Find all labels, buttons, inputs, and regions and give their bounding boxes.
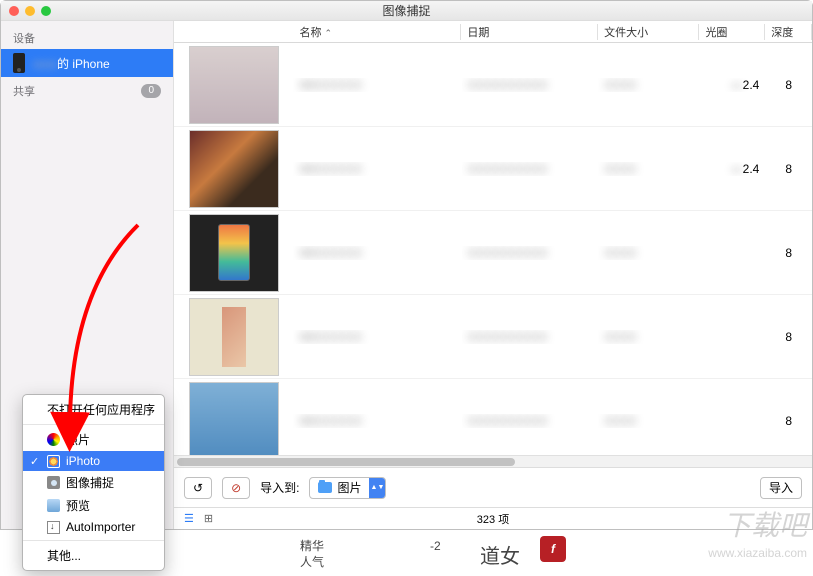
popup-item-other[interactable]: 其他... bbox=[23, 544, 164, 567]
toolbar: ↺ ⊘ 导入到: 图片 ▲▼ 导入 bbox=[174, 467, 812, 507]
chevron-updown-icon: ▲▼ bbox=[369, 478, 385, 498]
cell-aperture: xx2.4 bbox=[700, 162, 766, 176]
mi-iphoto bbox=[47, 455, 60, 468]
grid-view-icon[interactable]: ⊞ bbox=[204, 512, 213, 525]
statusbar: ☰ ⊞ 323 项 bbox=[174, 507, 812, 529]
thumbnail bbox=[189, 46, 279, 124]
column-date[interactable]: 日期 bbox=[461, 24, 598, 40]
mi-preview bbox=[47, 499, 60, 512]
cell-name: IMGXXXXX bbox=[293, 162, 461, 176]
device-label: 的 iPhone bbox=[57, 57, 110, 71]
sidebar-item-share[interactable]: 共享 0 bbox=[1, 77, 173, 105]
thumbnail bbox=[189, 382, 279, 456]
cell-date: XXXXXXXXXX bbox=[462, 330, 599, 344]
popup-item-autoimporter[interactable]: AutoImporter bbox=[23, 517, 164, 537]
delete-button[interactable]: ⊘ bbox=[222, 477, 250, 499]
import-to-label: 导入到: bbox=[260, 479, 299, 496]
mi-photos bbox=[47, 433, 60, 446]
popup-item-none[interactable]: 不打开任何应用程序 bbox=[23, 398, 164, 421]
watermark-brand: 下载吧 bbox=[723, 504, 807, 544]
mi-capture bbox=[47, 476, 60, 489]
popup-item-预览[interactable]: 预览 bbox=[23, 494, 164, 517]
watermark-url: www.xiazaiba.com bbox=[708, 546, 807, 560]
import-button[interactable]: 导入 bbox=[760, 477, 802, 499]
item-count: 323 项 bbox=[477, 511, 509, 527]
thumbnail bbox=[189, 298, 279, 376]
horizontal-scrollbar[interactable] bbox=[174, 455, 812, 467]
table-body[interactable]: IMGXXXXXXXXXXXXXXXXXXXxx2.48IMGXXXXXXXXX… bbox=[174, 43, 812, 455]
cell-name: IMGXXXXX bbox=[293, 330, 461, 344]
cell-name: IMGXXXXX bbox=[293, 246, 461, 260]
cell-size: XXXX bbox=[598, 78, 699, 92]
import-destination-select[interactable]: 图片 ▲▼ bbox=[309, 477, 386, 499]
cell-size: XXXX bbox=[598, 330, 699, 344]
content-area: 名称 日期 文件大小 光圈 深度 IMGXXXXXXXXXXXXXXXXXXXx… bbox=[174, 21, 812, 529]
cell-date: XXXXXXXXXX bbox=[462, 414, 599, 428]
open-with-popup: 不打开任何应用程序 照片iPhoto图像捕捉预览AutoImporter 其他.… bbox=[22, 394, 165, 571]
table-row[interactable]: IMGXXXXXXXXXXXXXXXXXXXxx2.48 bbox=[174, 43, 812, 127]
cell-date: XXXXXXXXXX bbox=[462, 246, 599, 260]
iphone-icon bbox=[13, 53, 25, 73]
popup-item-图像捕捉[interactable]: 图像捕捉 bbox=[23, 471, 164, 494]
flash-icon: f bbox=[540, 536, 566, 562]
cell-depth: 8 bbox=[765, 78, 812, 92]
cell-date: XXXXXXXXXX bbox=[462, 162, 599, 176]
rotate-button[interactable]: ↺ bbox=[184, 477, 212, 499]
minimize-icon[interactable] bbox=[25, 6, 35, 16]
cell-depth: 8 bbox=[765, 330, 812, 344]
thumbnail bbox=[189, 130, 279, 208]
share-count-badge: 0 bbox=[141, 84, 161, 98]
sidebar-header-devices: 设备 bbox=[1, 27, 173, 49]
cell-depth: 8 bbox=[765, 246, 812, 260]
table-row[interactable]: IMGXXXXXXXXXXXXXXXXXXX8 bbox=[174, 295, 812, 379]
thumbnail bbox=[189, 214, 279, 292]
popup-item-iphoto[interactable]: iPhoto bbox=[23, 451, 164, 471]
cell-aperture: xx2.4 bbox=[700, 78, 766, 92]
sidebar-item-device[interactable]: xxxx的 iPhone bbox=[1, 49, 173, 77]
column-size[interactable]: 文件大小 bbox=[598, 24, 699, 40]
sidebar-header-share: 共享 bbox=[13, 83, 35, 99]
maximize-icon[interactable] bbox=[41, 6, 51, 16]
cell-size: XXXX bbox=[598, 246, 699, 260]
cell-depth: 8 bbox=[765, 162, 812, 176]
table-row[interactable]: IMGXXXXXXXXXXXXXXXXXXX8 bbox=[174, 211, 812, 295]
window-title: 图像捕捉 bbox=[382, 2, 430, 19]
cell-size: XXXX bbox=[598, 162, 699, 176]
column-name[interactable]: 名称 bbox=[293, 24, 461, 40]
folder-icon bbox=[318, 482, 332, 493]
list-view-icon[interactable]: ☰ bbox=[184, 512, 194, 525]
table-row[interactable]: IMGXXXXXXXXXXXXXXXXXXX8 bbox=[174, 379, 812, 455]
table-header: 名称 日期 文件大小 光圈 深度 bbox=[174, 21, 812, 43]
view-toggle[interactable]: ☰ ⊞ bbox=[184, 512, 213, 525]
popup-item-照片[interactable]: 照片 bbox=[23, 428, 164, 451]
column-aperture[interactable]: 光圈 bbox=[699, 24, 765, 40]
cell-name: IMGXXXXX bbox=[293, 414, 461, 428]
dest-label: 图片 bbox=[337, 479, 361, 496]
separator bbox=[23, 424, 164, 425]
column-depth[interactable]: 深度 bbox=[765, 24, 812, 40]
cell-name: IMGXXXXX bbox=[293, 78, 461, 92]
titlebar: 图像捕捉 bbox=[1, 1, 812, 21]
separator bbox=[23, 540, 164, 541]
cell-size: XXXX bbox=[598, 414, 699, 428]
cell-date: XXXXXXXXXX bbox=[462, 78, 599, 92]
cell-depth: 8 bbox=[765, 414, 812, 428]
table-row[interactable]: IMGXXXXXXXXXXXXXXXXXXXxx2.48 bbox=[174, 127, 812, 211]
close-icon[interactable] bbox=[9, 6, 19, 16]
mi-auto bbox=[47, 521, 60, 534]
window-controls bbox=[9, 6, 51, 16]
